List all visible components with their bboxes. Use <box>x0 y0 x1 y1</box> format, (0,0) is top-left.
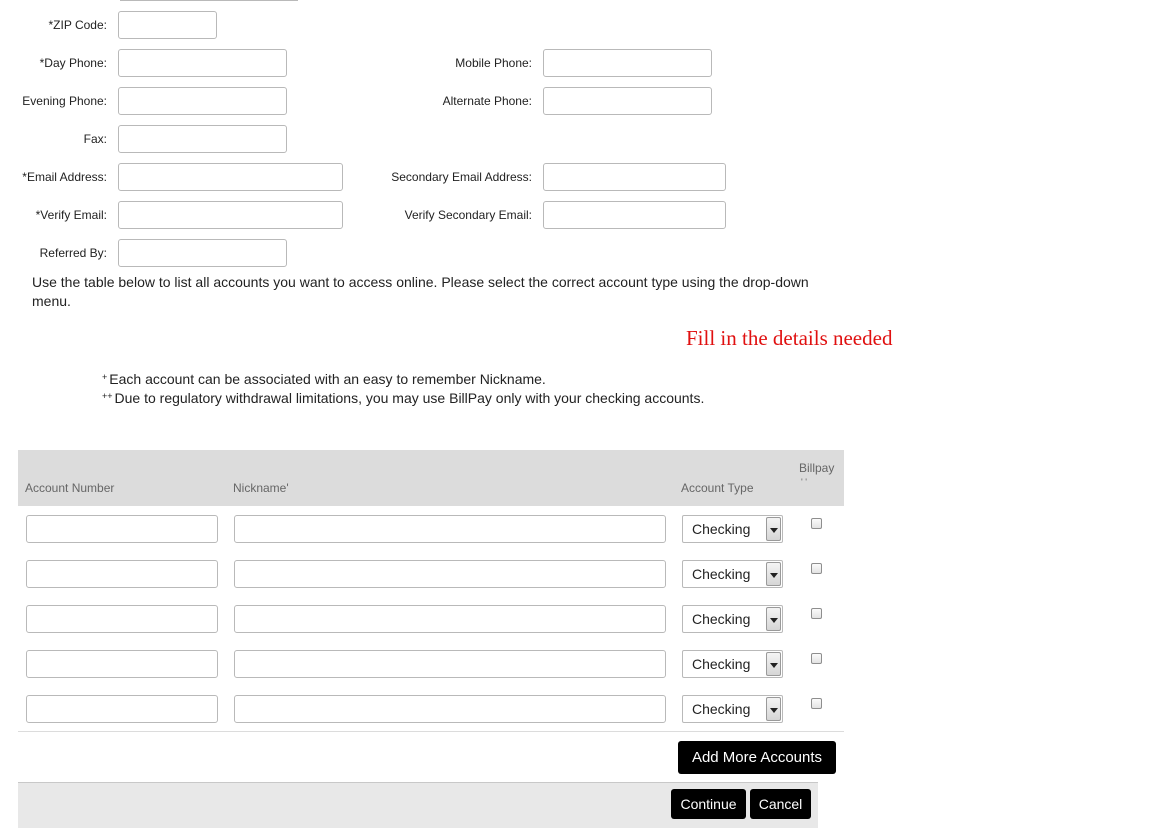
account-type-value: Checking <box>692 521 751 537</box>
secondary-email-input[interactable] <box>543 163 726 191</box>
fill-details-callout: Fill in the details needed <box>686 326 893 350</box>
accounts-table-header: Account Number Nickname' Account Type Bi… <box>18 450 844 506</box>
dropdown-arrow-icon[interactable] <box>766 607 781 631</box>
account-type-select[interactable]: Checking <box>682 515 783 543</box>
account-type-value: Checking <box>692 701 751 717</box>
evening-phone-label: Evening Phone: <box>22 94 107 108</box>
nickname-input[interactable] <box>234 515 666 543</box>
billpay-checkbox[interactable] <box>811 608 822 619</box>
nickname-input[interactable] <box>234 605 666 633</box>
account-type-select[interactable]: Checking <box>682 560 783 588</box>
account-number-input[interactable] <box>26 605 218 633</box>
cancel-button[interactable]: Cancel <box>750 789 811 819</box>
fax-input[interactable] <box>118 125 287 153</box>
nickname-note: + Each account can be associated with an … <box>102 368 546 389</box>
continue-button[interactable]: Continue <box>671 789 746 819</box>
referred-by-label: Referred By: <box>39 246 107 260</box>
account-type-select[interactable]: Checking <box>682 605 783 633</box>
alternate-phone-label: Alternate Phone: <box>442 94 532 108</box>
zip-code-input[interactable] <box>118 11 217 39</box>
alternate-phone-input[interactable] <box>543 87 712 115</box>
evening-phone-input[interactable] <box>118 87 287 115</box>
day-phone-label: *Day Phone: <box>39 56 107 70</box>
dropdown-arrow-icon[interactable] <box>766 562 781 586</box>
billpay-checkbox[interactable] <box>811 563 822 574</box>
billpay-note: ++ Due to regulatory withdrawal limitatio… <box>102 387 704 408</box>
account-number-input[interactable] <box>26 695 218 723</box>
dropdown-arrow-icon[interactable] <box>766 652 781 676</box>
account-number-input[interactable] <box>26 650 218 678</box>
account-number-input[interactable] <box>26 560 218 588</box>
day-phone-input[interactable] <box>118 49 287 77</box>
account-row: Checking <box>18 551 844 597</box>
nickname-input[interactable] <box>234 650 666 678</box>
verify-secondary-email-input[interactable] <box>543 201 726 229</box>
dropdown-arrow-icon[interactable] <box>766 517 781 541</box>
nickname-input[interactable] <box>234 695 666 723</box>
verify-secondary-email-label: Verify Secondary Email: <box>404 208 532 222</box>
nickname-header: Nickname' <box>233 481 289 495</box>
account-type-value: Checking <box>692 656 751 672</box>
account-row: Checking <box>18 506 844 552</box>
email-address-input[interactable] <box>118 163 343 191</box>
account-number-header: Account Number <box>25 481 115 495</box>
secondary-email-label: Secondary Email Address: <box>391 170 532 184</box>
mobile-phone-input[interactable] <box>543 49 712 77</box>
add-more-accounts-button[interactable]: Add More Accounts <box>678 741 836 774</box>
mobile-phone-label: Mobile Phone: <box>455 56 532 70</box>
verify-email-input[interactable] <box>118 201 343 229</box>
dropdown-arrow-icon[interactable] <box>766 697 781 721</box>
email-address-label: *Email Address: <box>22 170 107 184</box>
nickname-note-marker: + <box>102 372 108 382</box>
billpay-note-marker: ++ <box>102 391 113 401</box>
accounts-instructions: Use the table below to list all accounts… <box>32 274 809 309</box>
account-type-value: Checking <box>692 611 751 627</box>
account-row: Checking <box>18 596 844 642</box>
billpay-note-text: Due to regulatory withdrawal limitations… <box>114 390 705 406</box>
billpay-checkbox[interactable] <box>811 518 822 529</box>
verify-email-label: *Verify Email: <box>35 208 107 222</box>
account-type-value: Checking <box>692 566 751 582</box>
account-type-select[interactable]: Checking <box>682 695 783 723</box>
account-row: Checking <box>18 641 844 687</box>
billpay-header: Billpay <box>799 461 835 475</box>
account-type-select[interactable]: Checking <box>682 650 783 678</box>
billpay-header-marker: ' ' <box>801 477 807 487</box>
account-number-input[interactable] <box>26 515 218 543</box>
billpay-checkbox[interactable] <box>811 653 822 664</box>
referred-by-input[interactable] <box>118 239 287 267</box>
billpay-checkbox[interactable] <box>811 698 822 709</box>
zip-code-label: *ZIP Code: <box>48 18 107 32</box>
nickname-note-text: Each account can be associated with an e… <box>109 371 546 387</box>
previous-field-edge <box>120 0 298 1</box>
account-row: Checking <box>18 686 844 732</box>
fax-label: Fax: <box>83 132 107 146</box>
account-type-header: Account Type <box>681 481 754 495</box>
nickname-input[interactable] <box>234 560 666 588</box>
